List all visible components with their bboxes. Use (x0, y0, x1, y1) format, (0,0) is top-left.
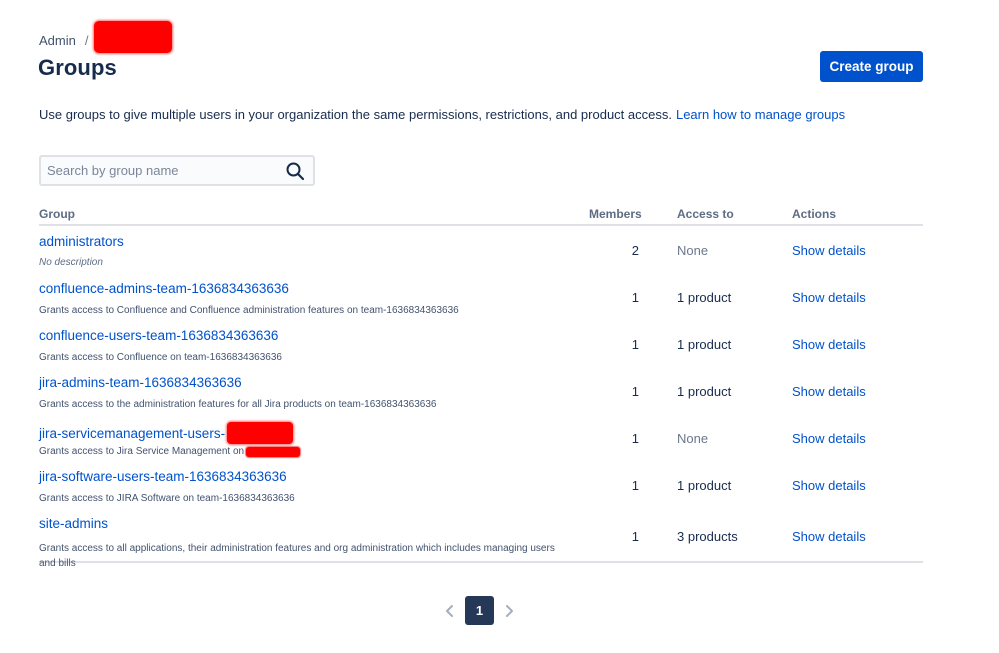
table-row: confluence-admins-team-1636834363636 Gra… (39, 273, 923, 320)
group-name-link[interactable]: jira-admins-team-1636834363636 (39, 375, 242, 390)
redacted-org-name (94, 21, 172, 53)
table-row: site-admins Grants access to all applica… (39, 508, 923, 569)
show-details-link[interactable]: Show details (792, 431, 866, 446)
access-value: None (677, 243, 709, 258)
table-row: administrators No description 2 None Sho… (39, 226, 923, 273)
table-row: jira-software-users-team-1636834363636 G… (39, 461, 923, 508)
group-description: No description (39, 257, 103, 268)
group-description: Grants access to Jira Service Management… (39, 446, 301, 457)
create-group-button[interactable]: Create group (820, 51, 923, 82)
show-details-link[interactable]: Show details (792, 290, 866, 305)
intro-text: Use groups to give multiple users in you… (39, 107, 672, 122)
group-description: Grants access to Confluence and Confluen… (39, 305, 459, 316)
group-name-link[interactable]: confluence-users-team-1636834363636 (39, 328, 278, 343)
member-count: 1 (631, 478, 639, 493)
show-details-link[interactable]: Show details (792, 529, 866, 544)
access-value: 1 product (677, 290, 732, 305)
show-details-link[interactable]: Show details (792, 478, 866, 493)
learn-groups-link[interactable]: Learn how to manage groups (676, 107, 845, 122)
member-count: 1 (631, 431, 639, 446)
access-value: 1 product (677, 478, 732, 493)
group-description: Grants access to JIRA Software on team-1… (39, 493, 295, 504)
page-title: Groups (38, 55, 117, 80)
member-count: 1 (631, 384, 639, 399)
group-name-link[interactable]: confluence-admins-team-1636834363636 (39, 281, 289, 296)
table-row: confluence-users-team-1636834363636 Gran… (39, 320, 923, 367)
header-access: Access to (677, 207, 734, 221)
chevron-left-icon[interactable] (440, 597, 460, 625)
header-members: Members (589, 207, 642, 221)
page-button-current[interactable]: 1 (465, 596, 494, 625)
search-icon[interactable] (285, 161, 305, 181)
table-row: jira-admins-team-1636834363636 Grants ac… (39, 367, 923, 414)
group-description: Grants access to Confluence on team-1636… (39, 352, 282, 363)
show-details-link[interactable]: Show details (792, 243, 866, 258)
table-row: jira-servicemanagement-users- Grants acc… (39, 414, 923, 461)
redacted-group-suffix (227, 422, 294, 444)
breadcrumb-admin-link[interactable]: Admin (39, 33, 76, 48)
page-description: Use groups to give multiple users in you… (39, 107, 845, 122)
pagination: 1 (440, 596, 519, 625)
access-value: None (677, 431, 709, 446)
group-description: Grants access to all applications, their… (39, 543, 555, 569)
group-name-link[interactable]: jira-software-users-team-1636834363636 (39, 469, 287, 484)
member-count: 2 (631, 243, 639, 258)
groups-table: Group Members Access to Actions administ… (39, 203, 923, 569)
group-description: Grants access to the administration feat… (39, 399, 437, 410)
group-name-link[interactable]: site-admins (39, 516, 108, 531)
header-group: Group (39, 207, 75, 221)
member-count: 1 (631, 290, 639, 305)
header-actions: Actions (792, 207, 837, 221)
access-value: 1 product (677, 337, 732, 352)
group-description-text: Grants access to Jira Service Management… (39, 446, 245, 457)
breadcrumb: Admin / (39, 31, 88, 49)
chevron-right-icon[interactable] (499, 597, 519, 625)
table-header: Group Members Access to Actions (39, 203, 923, 226)
group-name-text: jira-servicemanagement-users- (39, 425, 226, 441)
show-details-link[interactable]: Show details (792, 337, 866, 352)
search-input[interactable] (41, 157, 277, 184)
access-value: 1 product (677, 384, 732, 399)
member-count: 1 (631, 529, 639, 544)
breadcrumb-separator: / (84, 32, 89, 48)
group-name-link[interactable]: jira-servicemanagement-users- (39, 422, 294, 444)
access-value: 3 products (677, 529, 738, 544)
redacted-site-name (246, 446, 301, 457)
show-details-link[interactable]: Show details (792, 384, 866, 399)
member-count: 1 (631, 337, 639, 352)
search-box (39, 155, 315, 186)
group-name-link[interactable]: administrators (39, 234, 124, 249)
